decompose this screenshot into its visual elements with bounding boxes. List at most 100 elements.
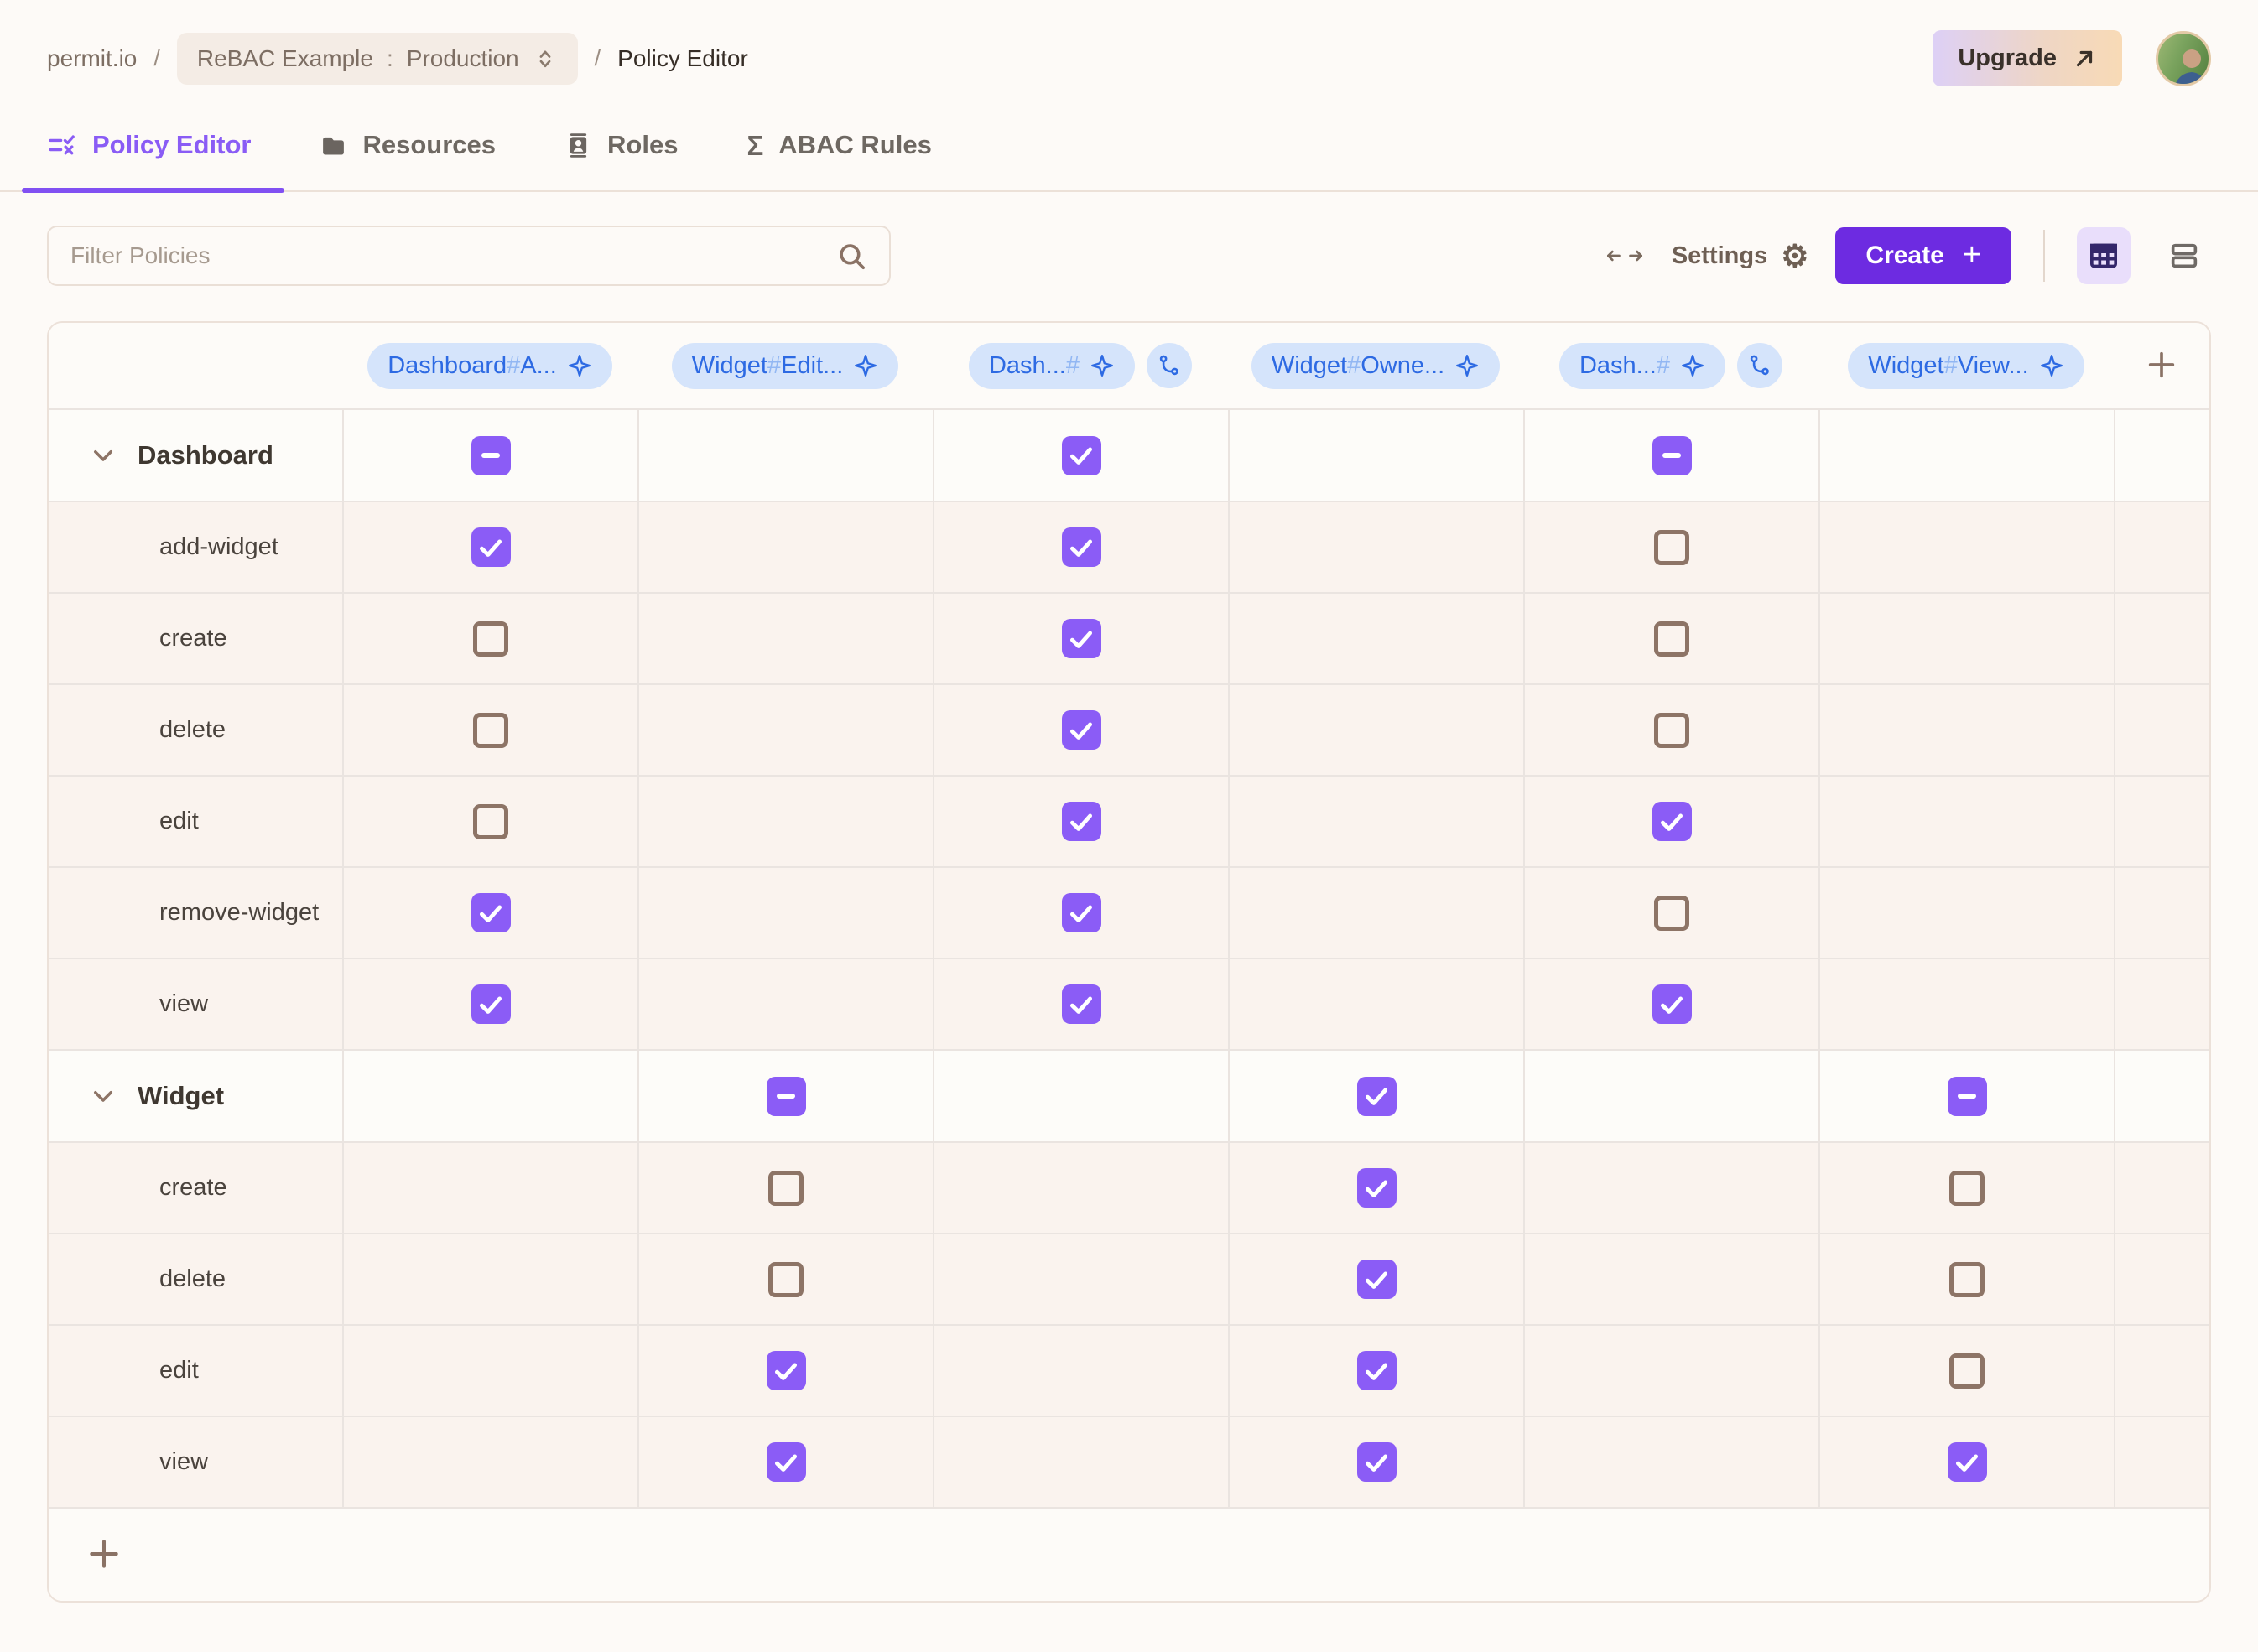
permission-checkbox-checked[interactable]: [767, 1442, 806, 1482]
permission-cell: [342, 959, 637, 1049]
permission-checkbox-checked[interactable]: [471, 984, 511, 1024]
row-label-cell: edit: [49, 777, 342, 866]
permission-cell: [1818, 1143, 2114, 1233]
permission-cell: [637, 1326, 933, 1416]
filter-policies-input[interactable]: [70, 242, 835, 269]
role-pill[interactable]: Dashboard#A...: [367, 343, 612, 389]
permission-checkbox-indeterminate[interactable]: [471, 436, 511, 475]
permission-checkbox-checked[interactable]: [1357, 1168, 1397, 1208]
list-view-toggle[interactable]: [2157, 227, 2211, 284]
permission-cell: [1523, 1051, 1818, 1141]
permission-cell: [342, 502, 637, 592]
permission-cell: [1523, 1143, 1818, 1233]
role-pill-label: Widget#Edit...: [692, 352, 844, 380]
permission-checkbox-checked[interactable]: [1062, 802, 1101, 841]
permission-cell: [342, 1143, 637, 1233]
role-pill[interactable]: Dash...#: [1559, 343, 1725, 389]
permission-checkbox-indeterminate[interactable]: [767, 1077, 806, 1116]
collapse-chevron-down-icon[interactable]: [89, 441, 117, 470]
permission-checkbox-checked[interactable]: [1062, 527, 1101, 567]
upgrade-button[interactable]: Upgrade: [1933, 30, 2122, 86]
permission-cell: [637, 777, 933, 866]
sparkle-icon: [1454, 353, 1480, 378]
add-resource-row: [49, 1507, 2209, 1601]
permission-checkbox-checked[interactable]: [1062, 710, 1101, 750]
role-pill[interactable]: Widget#Edit...: [672, 343, 899, 389]
permission-checkbox-unchecked[interactable]: [473, 713, 508, 748]
permission-checkbox-indeterminate[interactable]: [1948, 1077, 1987, 1116]
permission-cell: [342, 1051, 637, 1141]
permission-checkbox-unchecked[interactable]: [1654, 530, 1689, 565]
row-end-cell: [2114, 1417, 2209, 1507]
role-pill[interactable]: Widget#Owne...: [1251, 343, 1500, 389]
permission-checkbox-unchecked[interactable]: [1949, 1353, 1985, 1389]
role-pill[interactable]: Widget#View...: [1848, 343, 2084, 389]
permission-checkbox-unchecked[interactable]: [768, 1171, 804, 1206]
permission-checkbox-checked[interactable]: [1948, 1442, 1987, 1482]
permission-checkbox-checked[interactable]: [1357, 1442, 1397, 1482]
permission-cell: [1818, 502, 2114, 592]
permission-checkbox-indeterminate[interactable]: [1652, 436, 1692, 475]
permission-checkbox-checked[interactable]: [1357, 1077, 1397, 1116]
permission-checkbox-unchecked[interactable]: [1949, 1262, 1985, 1297]
add-role-button[interactable]: [2145, 348, 2178, 384]
settings-button[interactable]: Settings ⚙: [1672, 241, 1809, 272]
row-end-cell: [2114, 594, 2209, 683]
permission-checkbox-checked[interactable]: [1652, 984, 1692, 1024]
derived-role-badge[interactable]: [1147, 343, 1192, 388]
permission-checkbox-unchecked[interactable]: [1654, 713, 1689, 748]
permission-cell: [637, 594, 933, 683]
avatar[interactable]: [2156, 31, 2211, 86]
permission-checkbox-unchecked[interactable]: [473, 804, 508, 839]
row-end-cell: [2114, 685, 2209, 775]
expand-columns-icon[interactable]: [1605, 243, 1645, 268]
permission-checkbox-unchecked[interactable]: [473, 621, 508, 657]
derived-role-badge[interactable]: [1737, 343, 1782, 388]
stacked-rows-icon: [2167, 239, 2201, 273]
permission-checkbox-checked[interactable]: [471, 893, 511, 932]
role-pill-label: Widget#View...: [1868, 352, 2028, 380]
action-name: view: [159, 990, 208, 1018]
row-label-cell: create: [49, 1143, 342, 1233]
permission-checkbox-checked[interactable]: [1062, 619, 1101, 658]
role-pill-label: Dash...#: [989, 352, 1080, 380]
permission-cell: [342, 594, 637, 683]
permission-checkbox-checked[interactable]: [1062, 984, 1101, 1024]
permission-checkbox-checked[interactable]: [767, 1351, 806, 1390]
tab-roles[interactable]: Roles: [564, 125, 681, 190]
permission-cell: [1228, 777, 1523, 866]
permission-cell: [1228, 1417, 1523, 1507]
permission-checkbox-checked[interactable]: [471, 527, 511, 567]
role-pill[interactable]: Dash...#: [969, 343, 1135, 389]
permission-checkbox-unchecked[interactable]: [1949, 1171, 1985, 1206]
grid-view-toggle[interactable]: [2077, 227, 2131, 284]
permission-cell: [1228, 959, 1523, 1049]
create-button[interactable]: Create +: [1835, 227, 2011, 284]
permission-checkbox-unchecked[interactable]: [1654, 621, 1689, 657]
action-name: add-widget: [159, 533, 278, 561]
permission-checkbox-checked[interactable]: [1062, 893, 1101, 932]
permission-cell: [1818, 959, 2114, 1049]
sparkle-icon: [567, 353, 592, 378]
permission-cell: [1228, 685, 1523, 775]
permission-checkbox-checked[interactable]: [1357, 1260, 1397, 1299]
permission-checkbox-checked[interactable]: [1357, 1351, 1397, 1390]
tab-abac-rules[interactable]: Σ ABAC Rules: [747, 125, 934, 190]
upgrade-label: Upgrade: [1958, 44, 2057, 72]
tab-resources[interactable]: Resources: [320, 125, 499, 190]
add-resource-button[interactable]: [86, 1535, 122, 1575]
row-end-cell: [2114, 777, 2209, 866]
row-label-cell: view: [49, 959, 342, 1049]
project-environment-selector[interactable]: ReBAC Example : Production: [177, 33, 578, 85]
action-name: view: [159, 1448, 208, 1476]
breadcrumb-org[interactable]: permit.io: [47, 45, 137, 72]
permission-checkbox-checked[interactable]: [1652, 802, 1692, 841]
permission-checkbox-unchecked[interactable]: [1654, 896, 1689, 931]
collapse-chevron-down-icon[interactable]: [89, 1082, 117, 1110]
column-header-4: Dash...#: [1523, 323, 1818, 408]
resource-name: Widget: [138, 1081, 224, 1111]
project-name: ReBAC Example: [197, 45, 373, 72]
permission-checkbox-checked[interactable]: [1062, 436, 1101, 475]
permission-checkbox-unchecked[interactable]: [768, 1262, 804, 1297]
tab-policy-editor[interactable]: Policy Editor: [47, 125, 254, 190]
